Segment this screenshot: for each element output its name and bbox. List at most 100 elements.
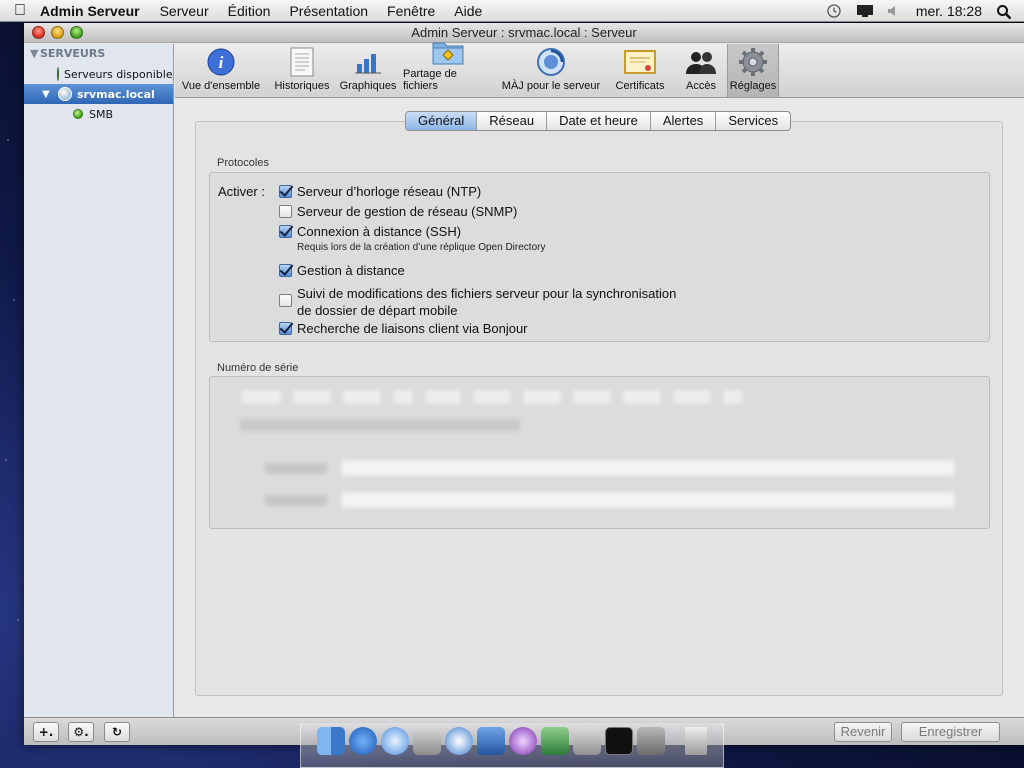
gear-icon [737, 47, 769, 77]
safari-icon[interactable] [381, 727, 409, 755]
spotlight-icon[interactable] [996, 4, 1012, 19]
time-machine-icon[interactable] [826, 3, 842, 18]
save-button[interactable]: Enregistrer [901, 722, 1000, 742]
serial-box [209, 376, 990, 529]
tab-reseau[interactable]: Réseau [477, 112, 548, 130]
admin-window: Admin Serveur : srvmac.local : Serveur ▼… [24, 23, 1024, 745]
window-title: Admin Serveur : srvmac.local : Serveur [411, 25, 637, 40]
title-bar[interactable]: Admin Serveur : srvmac.local : Serveur [24, 23, 1024, 43]
sidebar-item-serveurs-disponibles[interactable]: Serveurs disponibles [24, 64, 173, 84]
toolbar-file-sharing[interactable]: Partage de fichiers [399, 42, 497, 97]
menu-aide[interactable]: Aide [454, 3, 482, 19]
file-tracking-checkbox[interactable] [279, 294, 292, 307]
protocoles-title: Protocoles [217, 157, 269, 169]
zoom-button[interactable] [70, 26, 83, 39]
snmp-label: Serveur de gestion de réseau (SNMP) [297, 204, 518, 219]
snmp-checkbox-row[interactable]: Serveur de gestion de réseau (SNMP) [279, 204, 517, 219]
menu-serveur[interactable]: Serveur [160, 3, 209, 19]
ssh-label: Connexion à distance (SSH) [297, 224, 462, 239]
tab-general[interactable]: Général [406, 112, 478, 130]
bonjour-checkbox-row[interactable]: Recherche de liaisons client via Bonjour [279, 321, 528, 336]
minimize-button[interactable] [51, 26, 64, 39]
software-update-icon [535, 47, 567, 77]
toolbar-graphs[interactable]: Graphiques [337, 44, 399, 97]
sidebar-item-smb[interactable]: SMB [24, 104, 173, 124]
file-tracking-checkbox-row[interactable]: Suivi de modifications des fichiers serv… [279, 285, 676, 319]
remote-management-checkbox[interactable] [279, 264, 292, 277]
finder-icon[interactable] [317, 727, 345, 755]
app-menu[interactable]: Admin Serveur [40, 3, 140, 19]
ssh-checkbox[interactable] [279, 225, 292, 238]
menu-presentation[interactable]: Présentation [289, 3, 368, 19]
owner-field[interactable] [340, 459, 956, 477]
add-button[interactable]: +. [33, 722, 59, 742]
users-icon [685, 47, 717, 77]
ssh-checkbox-row[interactable]: Connexion à distance (SSH) [279, 224, 461, 239]
sidebar-item-label: SMB [89, 107, 114, 121]
disclosure-triangle-icon[interactable]: ▼ [42, 89, 58, 100]
menu-fenetre[interactable]: Fenêtre [387, 3, 435, 19]
app-store-icon[interactable] [349, 727, 377, 755]
close-button[interactable] [32, 26, 45, 39]
system-preferences-icon[interactable] [637, 727, 665, 755]
bar-chart-icon [352, 47, 384, 77]
network-globe-icon [57, 67, 59, 81]
activer-label: Activer : [218, 184, 265, 199]
display-icon[interactable] [856, 4, 873, 18]
remote-management-checkbox-row[interactable]: Gestion à distance [279, 263, 405, 278]
file-tracking-label: Suivi de modifications des fichiers serv… [297, 286, 677, 301]
toolbar: i Vue d'ensemble Historiques Graphiques … [175, 42, 1024, 98]
remote-management-label: Gestion à distance [297, 263, 405, 278]
ntp-checkbox-row[interactable]: Serveur d’horloge réseau (NTP) [279, 184, 481, 199]
workgroup-manager-icon[interactable] [477, 727, 505, 755]
system-image-icon[interactable] [541, 727, 569, 755]
tab-bar: Général Réseau Date et heure Alertes Ser… [405, 111, 792, 131]
terminal-icon[interactable] [605, 727, 633, 755]
sidebar-item-srvmac[interactable]: ▼ srvmac.local [24, 84, 173, 104]
svg-text:i: i [219, 53, 224, 72]
shared-folder-icon [432, 39, 464, 65]
revert-button[interactable]: Revenir [834, 722, 892, 742]
ssh-note: Requis lors de la création d’une répliqu… [297, 242, 546, 253]
apple-menu-icon[interactable]:  [0, 2, 40, 20]
volume-icon[interactable] [886, 4, 902, 18]
ntp-label: Serveur d’horloge réseau (NTP) [297, 184, 482, 199]
ntp-checkbox[interactable] [279, 185, 292, 198]
toolbar-logs[interactable]: Historiques [267, 44, 337, 97]
serial-number-fields[interactable] [240, 389, 760, 409]
menu-clock[interactable]: mer. 18:28 [916, 3, 982, 19]
toolbar-software-update[interactable]: MÀJ pour le serveur [497, 44, 605, 97]
server-admin-icon[interactable] [445, 727, 473, 755]
refresh-button[interactable]: ↻ [104, 722, 130, 742]
company-label-redacted [265, 495, 327, 506]
menu-bar:  Admin Serveur Serveur Édition Présenta… [0, 0, 1024, 22]
action-button[interactable]: ⚙. [68, 722, 94, 742]
serial-info-text-redacted [240, 419, 520, 431]
toolbar-certificates[interactable]: Certificats [605, 44, 675, 97]
owner-label-redacted [265, 463, 327, 474]
preview-icon[interactable] [413, 727, 441, 755]
tab-date-heure[interactable]: Date et heure [547, 112, 651, 130]
toolbar-overview[interactable]: i Vue d'ensemble [175, 44, 267, 97]
service-running-icon [73, 109, 83, 119]
info-icon: i [205, 47, 237, 77]
file-tracking-label-line2: de dossier de départ mobile [297, 303, 458, 318]
menu-edition[interactable]: Édition [228, 3, 271, 19]
company-field[interactable] [340, 491, 956, 509]
toolbar-access[interactable]: Accès [675, 44, 727, 97]
tab-alertes[interactable]: Alertes [651, 112, 717, 130]
toolbar-settings[interactable]: Réglages [727, 44, 779, 97]
tab-services[interactable]: Services [716, 112, 790, 130]
sidebar-section-serveurs[interactable]: ▼ SERVEURS [24, 44, 173, 64]
installer-icon[interactable] [573, 727, 601, 755]
bonjour-label: Recherche de liaisons client via Bonjour [297, 321, 528, 336]
server-icon [58, 87, 72, 101]
bonjour-checkbox[interactable] [279, 322, 292, 335]
trash-icon[interactable] [685, 727, 707, 755]
serial-title: Numéro de série [217, 362, 299, 374]
sidebar-item-label: srvmac.local [77, 87, 155, 101]
podcast-icon[interactable] [509, 727, 537, 755]
log-icon [286, 47, 318, 77]
snmp-checkbox[interactable] [279, 205, 292, 218]
certificate-icon [624, 47, 656, 77]
